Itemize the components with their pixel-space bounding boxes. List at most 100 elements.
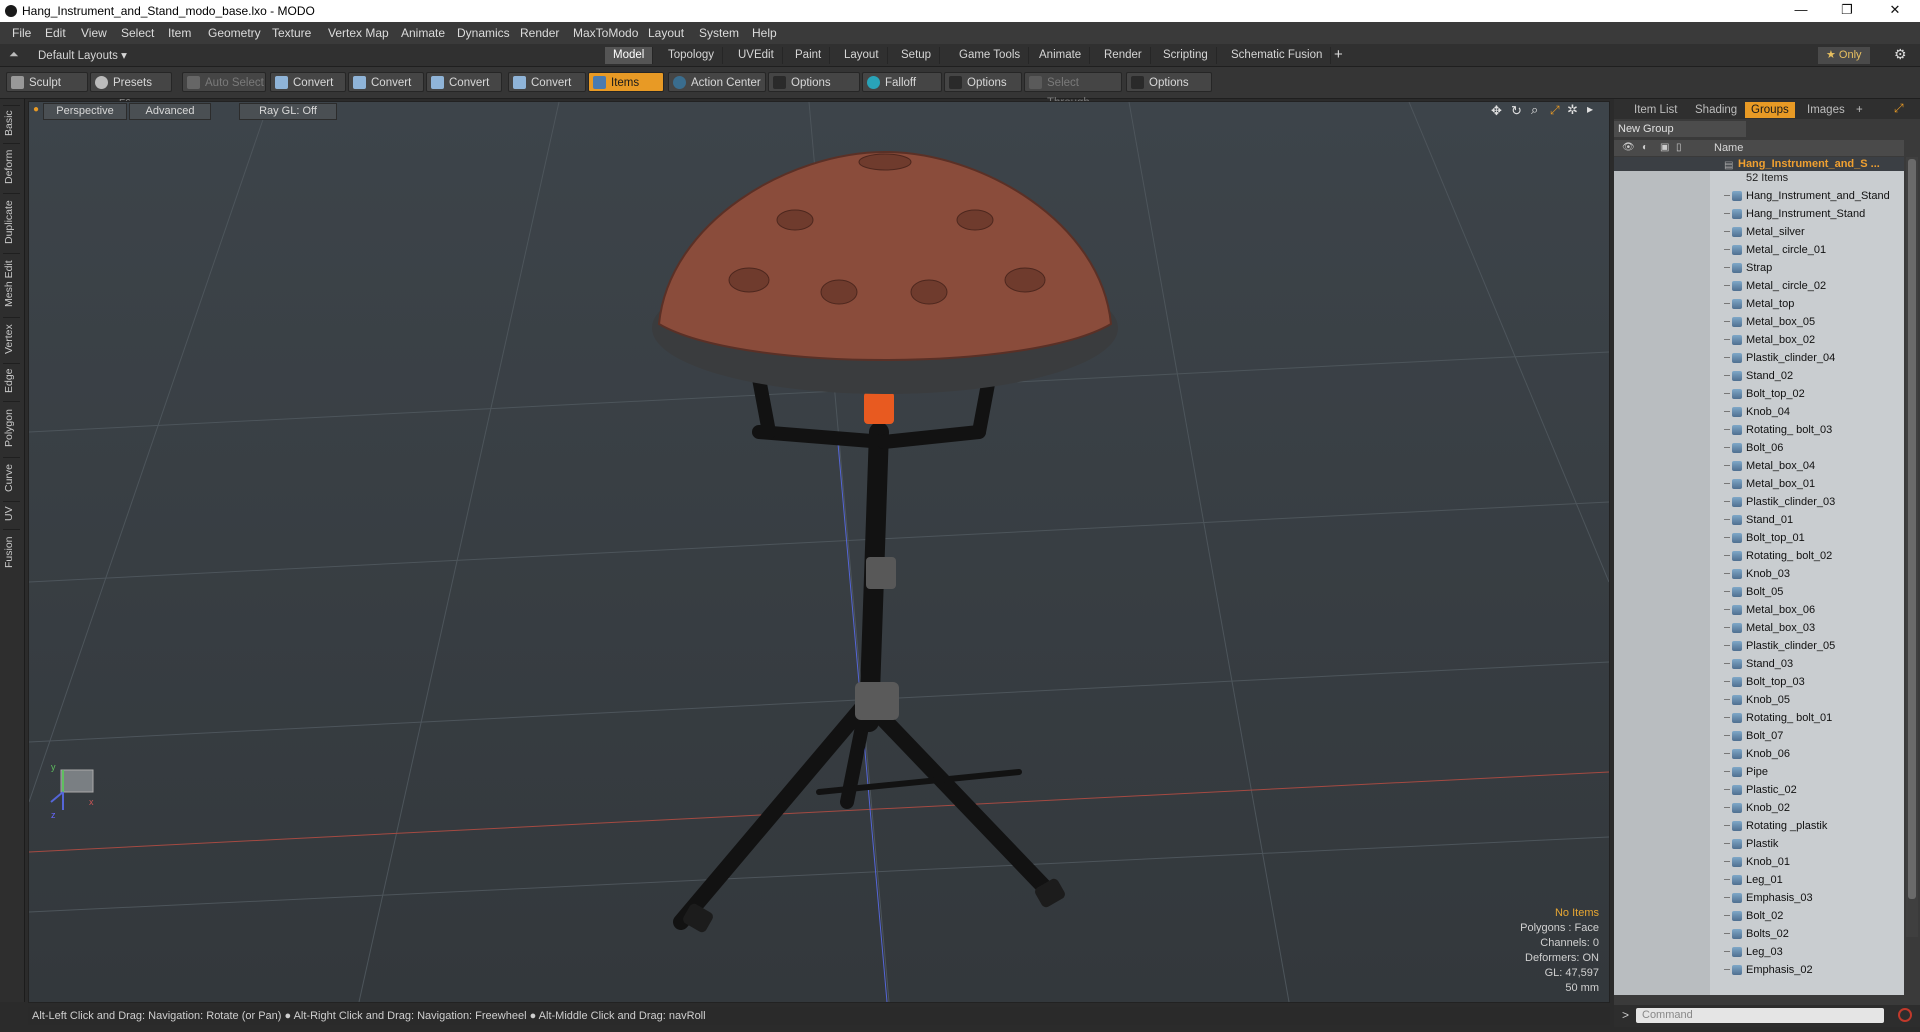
group-list[interactable]: ▤ Hang_Instrument_and_S ... 52 Items Han… <box>1614 157 1904 995</box>
list-item[interactable]: Plastic_02 <box>1614 781 1904 799</box>
falloff-options-button[interactable]: Options <box>944 72 1022 92</box>
list-item[interactable]: Leg_01 <box>1614 871 1904 889</box>
menu-geometry[interactable]: Geometry <box>208 26 261 40</box>
layout-collapse-icon[interactable]: ⏶ <box>9 47 19 62</box>
list-item[interactable]: Bolt_07 <box>1614 727 1904 745</box>
presets-button[interactable]: Presets F6 <box>90 72 172 109</box>
list-item[interactable]: Knob_01 <box>1614 853 1904 871</box>
default-layouts-dropdown[interactable]: Default Layouts ▾ <box>38 48 127 62</box>
menu-system[interactable]: System <box>699 26 739 40</box>
tab-scripting[interactable]: Scripting <box>1155 47 1217 64</box>
pan-icon[interactable]: ✥ <box>1491 103 1502 119</box>
visibility-column-icon[interactable]: 👁 <box>1622 140 1635 156</box>
vtab-edge[interactable]: Edge <box>3 363 20 398</box>
viewport-settings-icon[interactable]: ✲ <box>1567 102 1578 118</box>
list-scrollbar[interactable] <box>1906 157 1918 937</box>
list-item[interactable]: Plastik_clinder_05 <box>1614 637 1904 655</box>
list-item[interactable]: Metal_silver <box>1614 223 1904 241</box>
list-item[interactable]: Plastik_clinder_04 <box>1614 349 1904 367</box>
tab-layout[interactable]: Layout <box>836 47 888 64</box>
scrollbar-thumb[interactable] <box>1908 159 1916 899</box>
add-tab-button[interactable]: + <box>1334 46 1343 63</box>
list-item[interactable]: Bolt_top_02 <box>1614 385 1904 403</box>
list-item[interactable]: Hang_Instrument_Stand <box>1614 205 1904 223</box>
command-input[interactable]: Command <box>1636 1008 1884 1023</box>
viewport-menu-icon[interactable]: ● <box>33 104 39 115</box>
vtab-fusion[interactable]: Fusion <box>3 529 20 574</box>
list-item[interactable]: Knob_05 <box>1614 691 1904 709</box>
action-center-button[interactable]: Action Center <box>668 72 766 92</box>
menu-select[interactable]: Select <box>121 26 154 40</box>
perspective-dropdown[interactable]: Perspective <box>43 103 127 120</box>
falloff-button[interactable]: Falloff <box>862 72 942 92</box>
name-column-header[interactable]: Name <box>1714 140 1743 156</box>
vtab-deform[interactable]: Deform <box>3 143 20 190</box>
list-item[interactable]: Rotating_ bolt_01 <box>1614 709 1904 727</box>
menu-dynamics[interactable]: Dynamics <box>457 26 510 40</box>
menu-item[interactable]: Item <box>168 26 191 40</box>
list-item[interactable]: Metal_ circle_01 <box>1614 241 1904 259</box>
auto-select-button[interactable]: Auto Select <box>182 72 266 92</box>
list-item[interactable]: Emphasis_02 <box>1614 961 1904 979</box>
add-panel-tab[interactable]: + <box>1850 102 1869 118</box>
tab-groups[interactable]: Groups <box>1745 102 1795 118</box>
gear-icon[interactable]: ⚙ <box>1894 46 1907 63</box>
render-column-icon[interactable]: ◐ <box>1642 140 1648 156</box>
list-item[interactable]: Knob_04 <box>1614 403 1904 421</box>
panel-expand-icon[interactable]: ⤢ <box>1894 101 1904 116</box>
vtab-curve[interactable]: Curve <box>3 457 20 498</box>
minimize-button[interactable]: — <box>1778 0 1824 22</box>
list-item[interactable]: Knob_02 <box>1614 799 1904 817</box>
list-item[interactable]: Metal_box_05 <box>1614 313 1904 331</box>
list-item[interactable]: Bolt_top_01 <box>1614 529 1904 547</box>
list-item[interactable]: Emphasis_03 <box>1614 889 1904 907</box>
tab-model[interactable]: Model <box>605 47 654 64</box>
menu-edit[interactable]: Edit <box>45 26 66 40</box>
list-item[interactable]: Plastik_clinder_03 <box>1614 493 1904 511</box>
sculpt-button[interactable]: Sculpt <box>6 72 88 92</box>
list-item[interactable]: Plastik <box>1614 835 1904 853</box>
lock-column-icon[interactable]: ▣ <box>1660 140 1669 156</box>
list-item[interactable]: Metal_top <box>1614 295 1904 313</box>
list-item[interactable]: Knob_06 <box>1614 745 1904 763</box>
menu-layout[interactable]: Layout <box>648 26 684 40</box>
list-item[interactable]: Bolt_05 <box>1614 583 1904 601</box>
vtab-duplicate[interactable]: Duplicate <box>3 193 20 250</box>
list-item[interactable]: Bolt_06 <box>1614 439 1904 457</box>
convert-polygons-button[interactable]: Convert <box>426 72 502 92</box>
shading-dropdown[interactable]: Advanced <box>129 103 211 120</box>
3d-viewport[interactable]: ● Perspective Advanced Ray GL: Off ✥ ↻ ⌕… <box>28 101 1610 1003</box>
list-item[interactable]: Pipe <box>1614 763 1904 781</box>
vtab-mesh-edit[interactable]: Mesh Edit <box>3 253 20 314</box>
raygl-toggle[interactable]: Ray GL: Off <box>239 103 337 120</box>
tab-item-list[interactable]: Item List <box>1628 102 1683 118</box>
list-item[interactable]: Bolt_02 <box>1614 907 1904 925</box>
menu-view[interactable]: View <box>81 26 107 40</box>
list-item[interactable]: Leg_03 <box>1614 943 1904 961</box>
rotate-icon[interactable]: ↻ <box>1511 103 1522 119</box>
tab-game-tools[interactable]: Game Tools <box>951 47 1030 64</box>
zoom-icon[interactable]: ⌕ <box>1531 102 1538 118</box>
new-group-button[interactable]: New Group <box>1614 121 1746 137</box>
convert-vertices-button[interactable]: Convert <box>270 72 346 92</box>
list-item[interactable]: Stand_01 <box>1614 511 1904 529</box>
menu-vertex-map[interactable]: Vertex Map <box>328 26 389 40</box>
tab-shading[interactable]: Shading <box>1689 102 1743 118</box>
list-item[interactable]: Rotating_ bolt_02 <box>1614 547 1904 565</box>
items-mode-button[interactable]: Items <box>588 72 664 92</box>
convert-materials-button[interactable]: Convert <box>508 72 586 92</box>
vtab-polygon[interactable]: Polygon <box>3 401 20 454</box>
tab-images[interactable]: Images <box>1801 102 1851 118</box>
tab-topology[interactable]: Topology <box>660 47 724 64</box>
menu-render[interactable]: Render <box>520 26 559 40</box>
menu-animate[interactable]: Animate <box>401 26 445 40</box>
menu-file[interactable]: File <box>12 26 31 40</box>
list-item[interactable]: Metal_box_06 <box>1614 601 1904 619</box>
group-row[interactable]: ▤ Hang_Instrument_and_S ... <box>1614 157 1904 171</box>
list-item[interactable]: Metal_ circle_02 <box>1614 277 1904 295</box>
tab-uvedit[interactable]: UVEdit <box>730 47 783 64</box>
list-item[interactable]: Hang_Instrument_and_Stand <box>1614 187 1904 205</box>
tab-paint[interactable]: Paint <box>787 47 831 64</box>
only-toggle[interactable]: ★ Only <box>1818 47 1870 64</box>
list-item[interactable]: Metal_box_03 <box>1614 619 1904 637</box>
